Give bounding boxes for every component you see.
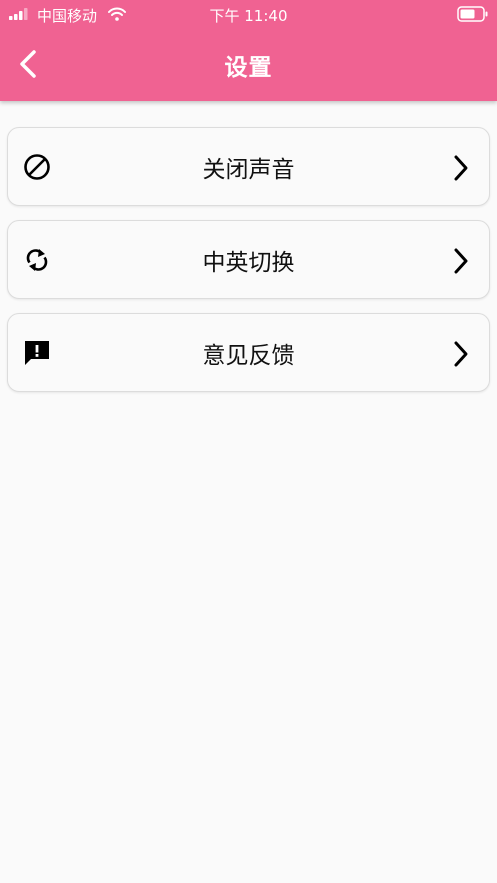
- status-time: 下午 11:40: [209, 7, 288, 25]
- chevron-right-icon: [454, 248, 468, 274]
- feedback-item[interactable]: 意见反馈: [7, 313, 490, 392]
- settings-list: 关闭声音 中英切换 意见反馈: [7, 127, 490, 406]
- language-switch-item[interactable]: 中英切换: [7, 220, 490, 299]
- mute-sound-item[interactable]: 关闭声音: [7, 127, 490, 206]
- status-bar: 中国移动 下午 11:40: [0, 0, 497, 28]
- menu-item-label: 意见反馈: [202, 343, 295, 369]
- app-bar: 中国移动 下午 11:40 设置: [0, 0, 497, 101]
- battery-icon: [457, 6, 488, 22]
- chevron-right-icon: [454, 341, 468, 367]
- menu-item-label: 中英切换: [202, 250, 295, 276]
- chevron-right-icon: [454, 155, 468, 181]
- menu-item-label: 关闭声音: [202, 157, 295, 183]
- page-title: 设置: [224, 55, 273, 81]
